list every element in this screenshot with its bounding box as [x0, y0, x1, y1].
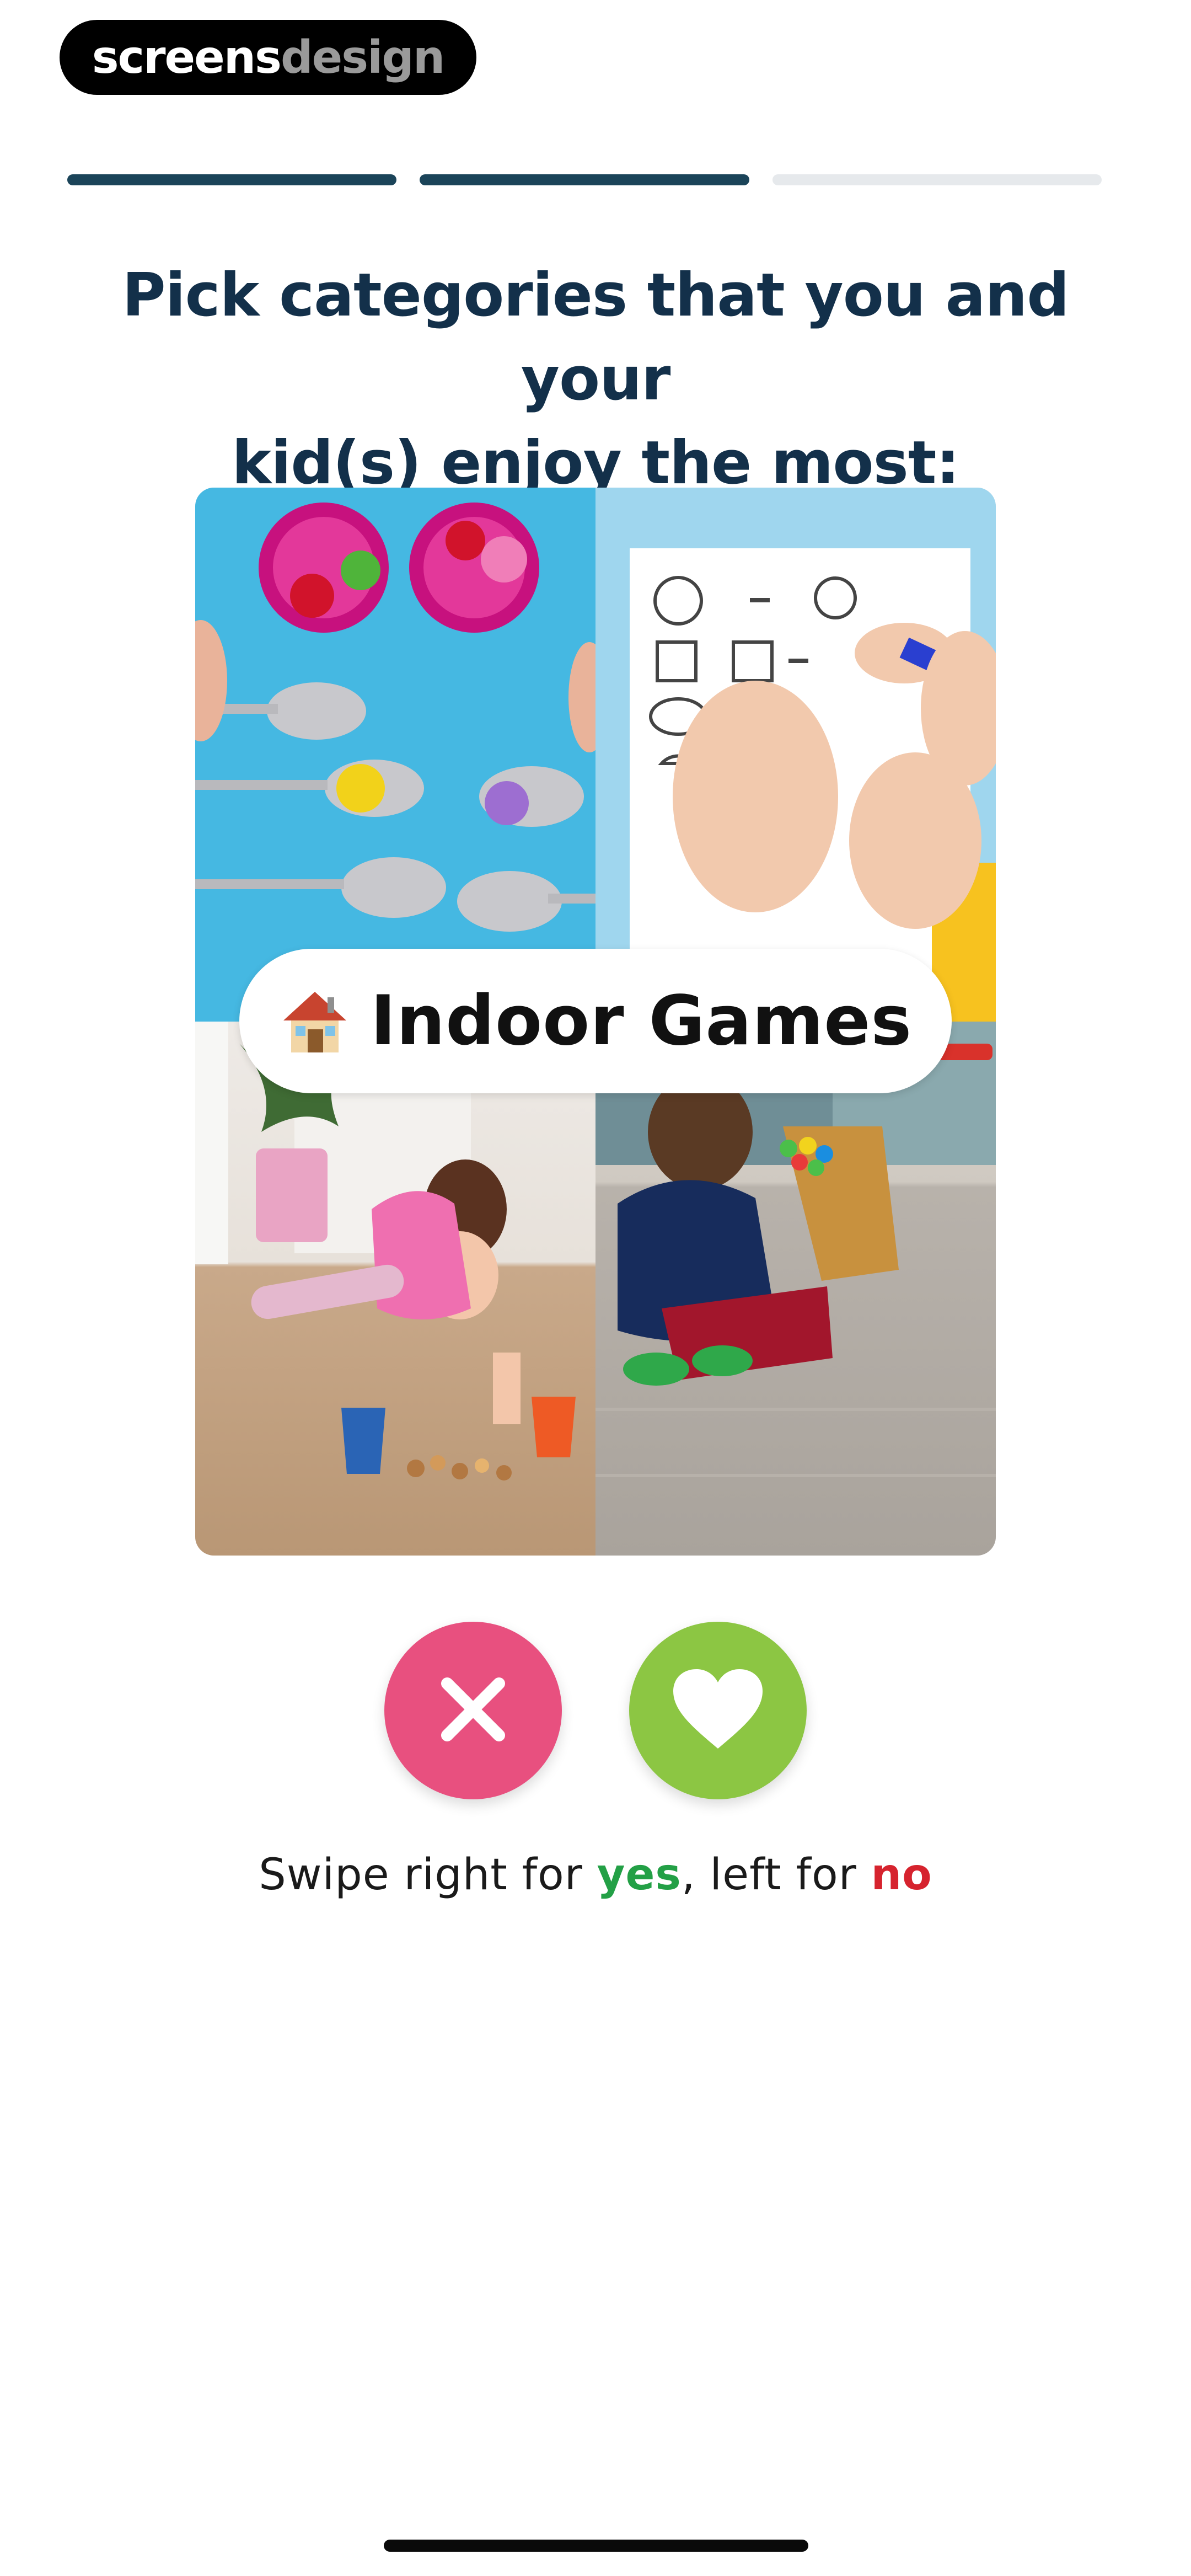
hint-yes: yes: [597, 1850, 682, 1900]
dislike-button[interactable]: [384, 1622, 562, 1799]
swipe-instructions: Swipe right for yes, left for no: [0, 1850, 1191, 1900]
hint-middle: , left for: [681, 1850, 871, 1900]
heart-icon: [671, 1668, 765, 1754]
category-label: Indoor Games: [370, 981, 913, 1061]
screen: screens design Pick categories that you a…: [0, 0, 1191, 2576]
like-button[interactable]: [629, 1622, 807, 1799]
progress-step-3: [772, 174, 1102, 185]
progress-step-2: [420, 174, 749, 185]
photo-ball-game: [596, 1022, 996, 1556]
progress-step-1: [67, 174, 397, 185]
photo-spoon-game: [195, 488, 596, 1022]
screensdesign-watermark: screens design: [60, 20, 476, 95]
page-title: Pick categories that you and your kid(s)…: [44, 254, 1147, 505]
close-icon: [437, 1674, 509, 1748]
watermark-part1: screens: [92, 31, 282, 84]
watermark-part2: design: [280, 31, 445, 84]
hint-no: no: [871, 1850, 932, 1900]
photo-drawing-game: [596, 488, 996, 1022]
photo-cup-game: [195, 1022, 596, 1556]
house-icon: [279, 985, 351, 1057]
home-indicator[interactable]: [384, 2540, 808, 2552]
onboarding-progress-bar: [67, 174, 1102, 185]
category-label-pill: Indoor Games: [239, 949, 952, 1093]
hint-prefix: Swipe right for: [259, 1850, 597, 1900]
title-line-1: Pick categories that you and your: [122, 261, 1069, 414]
